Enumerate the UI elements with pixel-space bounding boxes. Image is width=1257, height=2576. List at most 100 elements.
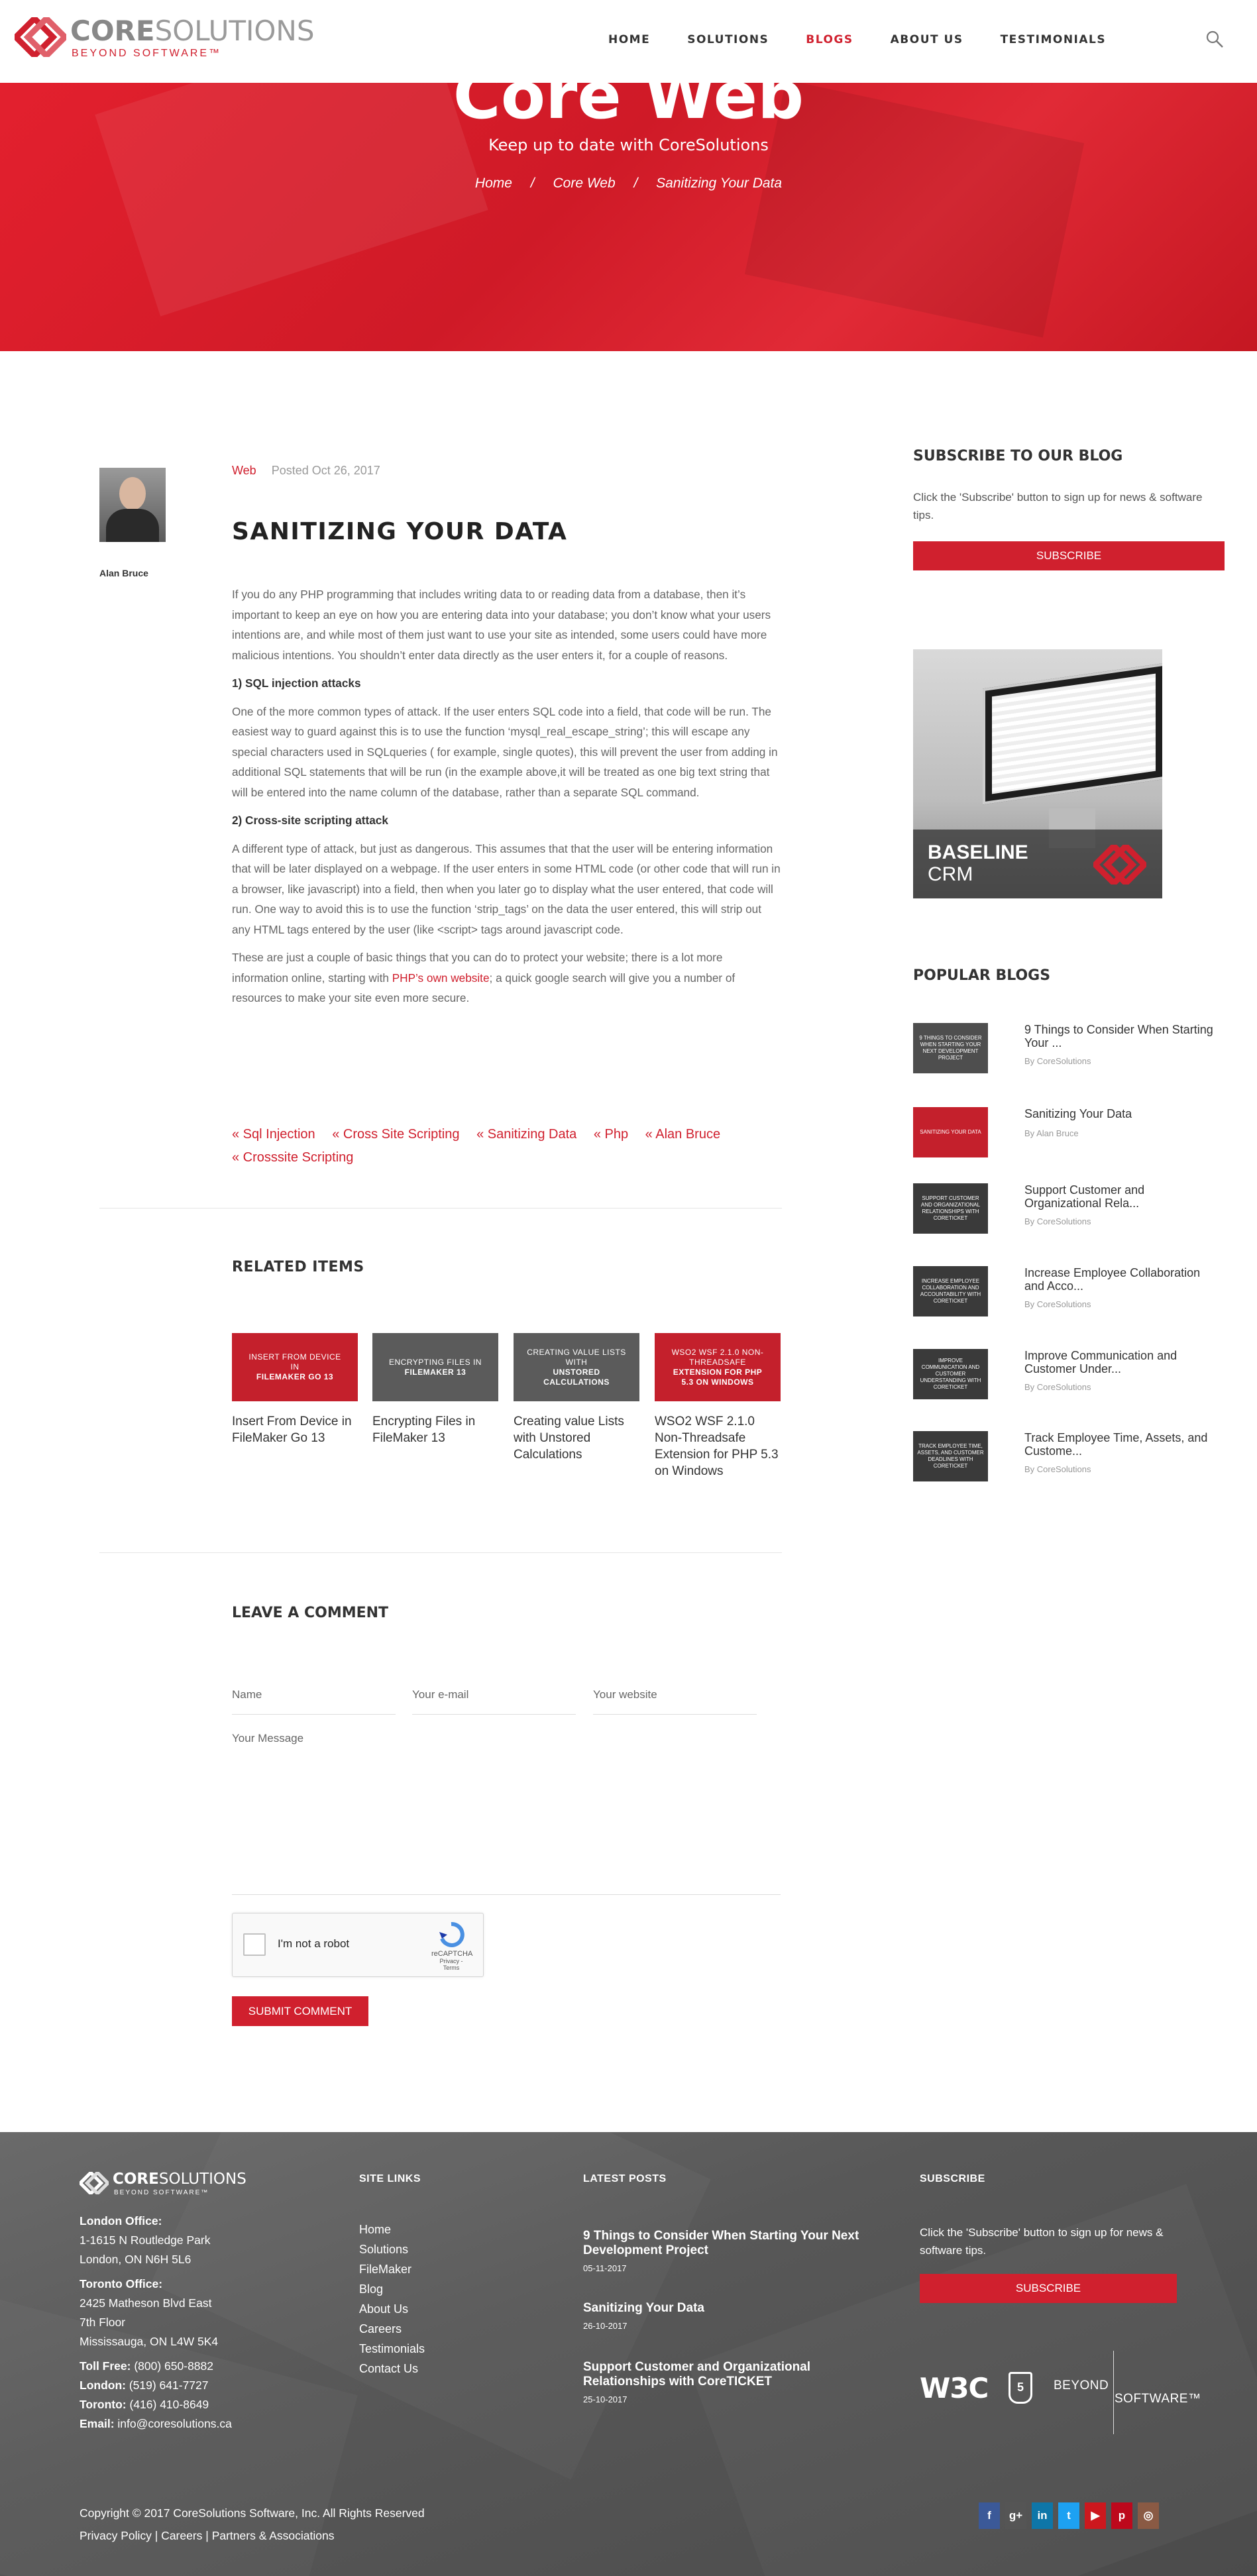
footer-subscribe-button[interactable]: SUBSCRIBE — [920, 2274, 1177, 2303]
latest-post-item[interactable]: Support Customer and Organizational Rela… — [583, 2360, 861, 2404]
tag-link[interactable]: « Sanitizing Data — [476, 1127, 576, 1142]
tag-link[interactable]: « Cross Site Scripting — [332, 1127, 459, 1142]
related-thumbnail: ENCRYPTING FILES IN FILEMAKER 13 — [372, 1333, 498, 1401]
breadcrumb-home[interactable]: Home — [475, 176, 512, 191]
author-name: Alan Bruce — [99, 568, 148, 578]
page-title: Core Web — [453, 58, 804, 134]
nav-solutions[interactable]: SOLUTIONS — [687, 33, 769, 46]
author-avatar — [99, 468, 166, 542]
footer-subscribe-text: Click the 'Subscribe' button to sign up … — [920, 2226, 1164, 2257]
footer-link-home[interactable]: Home — [359, 2220, 425, 2239]
footer-policy-links[interactable]: Privacy Policy | Careers | Partners & As… — [80, 2524, 425, 2547]
breadcrumb-core-web[interactable]: Core Web — [553, 176, 615, 191]
youtube-icon[interactable]: ▶ — [1085, 2502, 1106, 2529]
latest-post-title[interactable]: 9 Things to Consider When Starting Your … — [583, 2229, 861, 2258]
instagram-icon[interactable]: ◎ — [1138, 2502, 1159, 2529]
search-icon[interactable] — [1205, 29, 1225, 49]
message-field[interactable]: Your Message — [232, 1723, 781, 1895]
footer-email-link[interactable]: info@coresolutions.ca — [115, 2417, 231, 2430]
related-item-title[interactable]: WSO2 WSF 2.1.0 Non-Threadsafe Extension … — [655, 1413, 781, 1479]
tag-link[interactable]: « Php — [594, 1127, 628, 1142]
php-website-link[interactable]: PHP’s own website — [392, 971, 490, 985]
tag-link[interactable]: « Crosssite Scripting — [232, 1150, 353, 1165]
popular-blog-title[interactable]: Increase Employee Collaboration and Acco… — [1024, 1266, 1223, 1293]
footer-logo[interactable]: CORESOLUTIONS BEYOND SOFTWARE™ — [80, 2168, 246, 2201]
popular-thumbnail: TRACK EMPLOYEE TIME, ASSETS, AND CUSTOME… — [913, 1431, 988, 1481]
popular-blog-item[interactable]: TRACK EMPLOYEE TIME, ASSETS, AND CUSTOME… — [913, 1431, 1225, 1484]
nav-blogs[interactable]: BLOGS — [806, 33, 853, 46]
latest-post-title[interactable]: Sanitizing Your Data — [583, 2301, 861, 2316]
footer-link-careers[interactable]: Careers — [359, 2319, 425, 2339]
baseline-crm-ad[interactable]: BASELINE CRM — [913, 649, 1162, 898]
pinterest-icon[interactable]: p — [1111, 2502, 1132, 2529]
tag-link[interactable]: « Sql Injection — [232, 1127, 315, 1142]
facebook-icon[interactable]: f — [979, 2502, 1000, 2529]
post-tags: « Sql Injection « Cross Site Scripting «… — [232, 1123, 782, 1169]
popular-blog-title[interactable]: 9 Things to Consider When Starting Your … — [1024, 1023, 1223, 1049]
related-item-title[interactable]: Insert From Device in FileMaker Go 13 — [232, 1413, 358, 1446]
tag-link[interactable]: « Alan Bruce — [645, 1127, 720, 1142]
logo-mark-icon — [80, 2172, 109, 2194]
linkedin-icon[interactable]: in — [1032, 2502, 1053, 2529]
popular-blog-title[interactable]: Support Customer and Organizational Rela… — [1024, 1183, 1223, 1210]
name-field[interactable]: Name — [232, 1683, 396, 1715]
footer-link-about[interactable]: About Us — [359, 2299, 425, 2319]
monitor-image — [983, 663, 1162, 805]
post-title: SANITIZING YOUR DATA — [232, 518, 568, 545]
post-category-link[interactable]: Web — [232, 464, 256, 477]
footer-link-contact[interactable]: Contact Us — [359, 2359, 425, 2379]
breadcrumb: Home / Core Web / Sanitizing Your Data — [474, 176, 783, 191]
googleplus-icon[interactable]: g+ — [1005, 2502, 1026, 2529]
popular-blog-title[interactable]: Sanitizing Your Data — [1024, 1107, 1223, 1120]
popular-blog-author: By CoreSolutions — [1024, 1299, 1091, 1309]
popular-blog-title[interactable]: Track Employee Time, Assets, and Custome… — [1024, 1431, 1223, 1458]
latest-post-date: 25-10-2017 — [583, 2394, 628, 2404]
website-field[interactable]: Your website — [593, 1683, 757, 1715]
popular-blog-title[interactable]: Improve Communication and Customer Under… — [1024, 1349, 1223, 1375]
popular-blog-item[interactable]: 9 THINGS TO CONSIDER WHEN STARTING YOUR … — [913, 1023, 1225, 1076]
footer-link-filemaker[interactable]: FileMaker — [359, 2259, 425, 2279]
latest-post-date: 26-10-2017 — [583, 2321, 628, 2331]
latest-post-item[interactable]: 9 Things to Consider When Starting Your … — [583, 2229, 861, 2273]
footer-link-blog[interactable]: Blog — [359, 2279, 425, 2299]
post-body: If you do any PHP programming that inclu… — [232, 584, 782, 1016]
logo-mark-icon — [1093, 845, 1146, 885]
footer-link-solutions[interactable]: Solutions — [359, 2239, 425, 2259]
related-item[interactable]: ENCRYPTING FILES IN FILEMAKER 13 Encrypti… — [372, 1333, 498, 1446]
post-subheading: 1) SQL injection attacks — [232, 676, 361, 690]
popular-blog-item[interactable]: SANITIZING YOUR DATA Sanitizing Your Dat… — [913, 1107, 1225, 1160]
nav-testimonials[interactable]: TESTIMONIALS — [1001, 33, 1107, 46]
related-item-title[interactable]: Creating value Lists with Unstored Calcu… — [514, 1413, 639, 1463]
subscribe-button[interactable]: SUBSCRIBE — [913, 541, 1225, 570]
footer-subscribe-title: SUBSCRIBE — [920, 2173, 985, 2184]
post-meta: Web Posted Oct 26, 2017 — [232, 464, 380, 478]
latest-post-item[interactable]: Sanitizing Your Data 26-10-2017 — [583, 2301, 861, 2331]
email-field[interactable]: Your e-mail — [412, 1683, 576, 1715]
popular-blog-item[interactable]: SUPPORT CUSTOMER AND ORGANIZATIONAL RELA… — [913, 1183, 1225, 1236]
comment-title: LEAVE A COMMENT — [232, 1605, 389, 1621]
latest-post-title[interactable]: Support Customer and Organizational Rela… — [583, 2360, 861, 2389]
post-paragraph: If you do any PHP programming that inclu… — [232, 588, 771, 662]
related-item[interactable]: CREATING VALUE LISTS WITH UNSTORED CALCUL… — [514, 1333, 639, 1463]
popular-blog-author: By Alan Bruce — [1024, 1128, 1079, 1138]
recaptcha-checkbox[interactable] — [243, 1933, 266, 1956]
popular-blogs-title: POPULAR BLOGS — [913, 967, 1051, 984]
brand-logo[interactable]: CORESOLUTIONS BEYOND SOFTWARE™ — [15, 15, 315, 61]
popular-blog-item[interactable]: IMPROVE COMMUNICATION AND CUSTOMER UNDER… — [913, 1349, 1225, 1402]
post-subheading: 2) Cross-site scripting attack — [232, 814, 388, 827]
related-item[interactable]: INSERT FROM DEVICE IN FILEMAKER GO 13 Ins… — [232, 1333, 358, 1446]
html5-icon: 5 — [1009, 2372, 1032, 2404]
subscribe-title: SUBSCRIBE TO OUR BLOG — [913, 448, 1123, 464]
footer-link-testimonials[interactable]: Testimonials — [359, 2339, 425, 2359]
nav-home[interactable]: HOME — [608, 33, 650, 46]
twitter-icon[interactable]: t — [1058, 2502, 1079, 2529]
related-item-title[interactable]: Encrypting Files in FileMaker 13 — [372, 1413, 498, 1446]
popular-blog-item[interactable]: INCREASE EMPLOYEE COLLABORATION AND ACCO… — [913, 1266, 1225, 1319]
divider — [1113, 2351, 1114, 2434]
recaptcha-widget[interactable]: I'm not a robot reCAPTCHA Privacy - Term… — [232, 1913, 484, 1977]
recaptcha-icon — [439, 1922, 465, 1947]
nav-about-us[interactable]: ABOUT US — [891, 33, 963, 46]
page-subtitle: Keep up to date with CoreSolutions — [488, 136, 769, 154]
related-item[interactable]: WSO2 WSF 2.1.0 NON-THREADSAFE EXTENSION F… — [655, 1333, 781, 1479]
submit-comment-button[interactable]: SUBMIT COMMENT — [232, 1996, 368, 2026]
